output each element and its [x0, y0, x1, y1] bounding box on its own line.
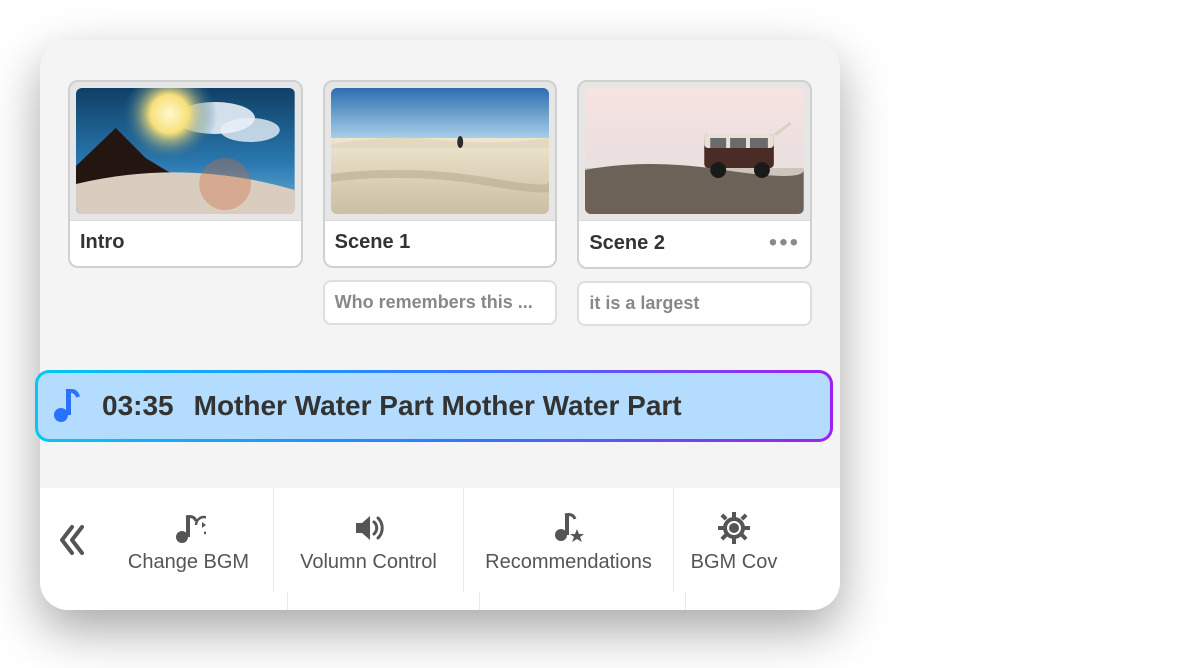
bgm-toolbar: Change BGM Volumn Control Recommendation…	[40, 488, 840, 592]
scene-card-1[interactable]: Scene 1	[323, 80, 558, 268]
music-reload-icon	[172, 511, 206, 545]
scene-thumbnail	[585, 88, 804, 214]
scene-caption[interactable]: Who remembers this ...	[323, 280, 558, 325]
scroll-left-button[interactable]	[40, 488, 104, 592]
scene-card-2[interactable]: Scene 2 •••	[577, 80, 812, 269]
scene-title: Intro	[80, 231, 124, 254]
gear-icon	[717, 511, 751, 545]
scene-title-row: Scene 2 •••	[579, 220, 810, 267]
scene-card-intro[interactable]: Intro	[68, 80, 303, 268]
bgm-time: 03:35	[102, 390, 174, 422]
recommendations-button[interactable]: Recommendations	[464, 488, 674, 592]
scene-title: Scene 2	[589, 232, 665, 255]
scenes-row: Intro	[40, 40, 840, 336]
scene-title-row: Scene 1	[325, 220, 556, 266]
scene-title-row: Intro	[70, 220, 301, 266]
more-icon[interactable]: •••	[769, 231, 800, 255]
volume-icon	[352, 511, 386, 545]
tool-label: BGM Cov	[691, 551, 778, 574]
scene-title: Scene 1	[335, 231, 411, 254]
scene-thumbnail	[76, 88, 295, 214]
bgm-cover-button[interactable]: BGM Cov	[674, 488, 794, 592]
bgm-track-bar[interactable]: 03:35 Mother Water Part Mother Water Par…	[35, 370, 833, 442]
tool-label: Volumn Control	[300, 551, 437, 574]
editor-panel: Intro	[40, 40, 840, 610]
tool-label: Recommendations	[485, 551, 652, 574]
scene-column: Intro	[68, 80, 303, 326]
toolbar-divider-row	[40, 592, 840, 610]
tool-label: Change BGM	[128, 551, 249, 574]
scene-column: Scene 2 ••• it is a largest	[577, 80, 812, 326]
scene-thumbnail	[331, 88, 550, 214]
bgm-title: Mother Water Part Mother Water Part	[194, 390, 682, 422]
bgm-track-inner: 03:35 Mother Water Part Mother Water Par…	[38, 373, 830, 439]
music-note-icon	[52, 389, 82, 423]
change-bgm-button[interactable]: Change BGM	[104, 488, 274, 592]
scene-column: Scene 1 Who remembers this ...	[323, 80, 558, 326]
music-star-icon	[552, 511, 586, 545]
scene-caption[interactable]: it is a largest	[577, 281, 812, 326]
volume-control-button[interactable]: Volumn Control	[274, 488, 464, 592]
